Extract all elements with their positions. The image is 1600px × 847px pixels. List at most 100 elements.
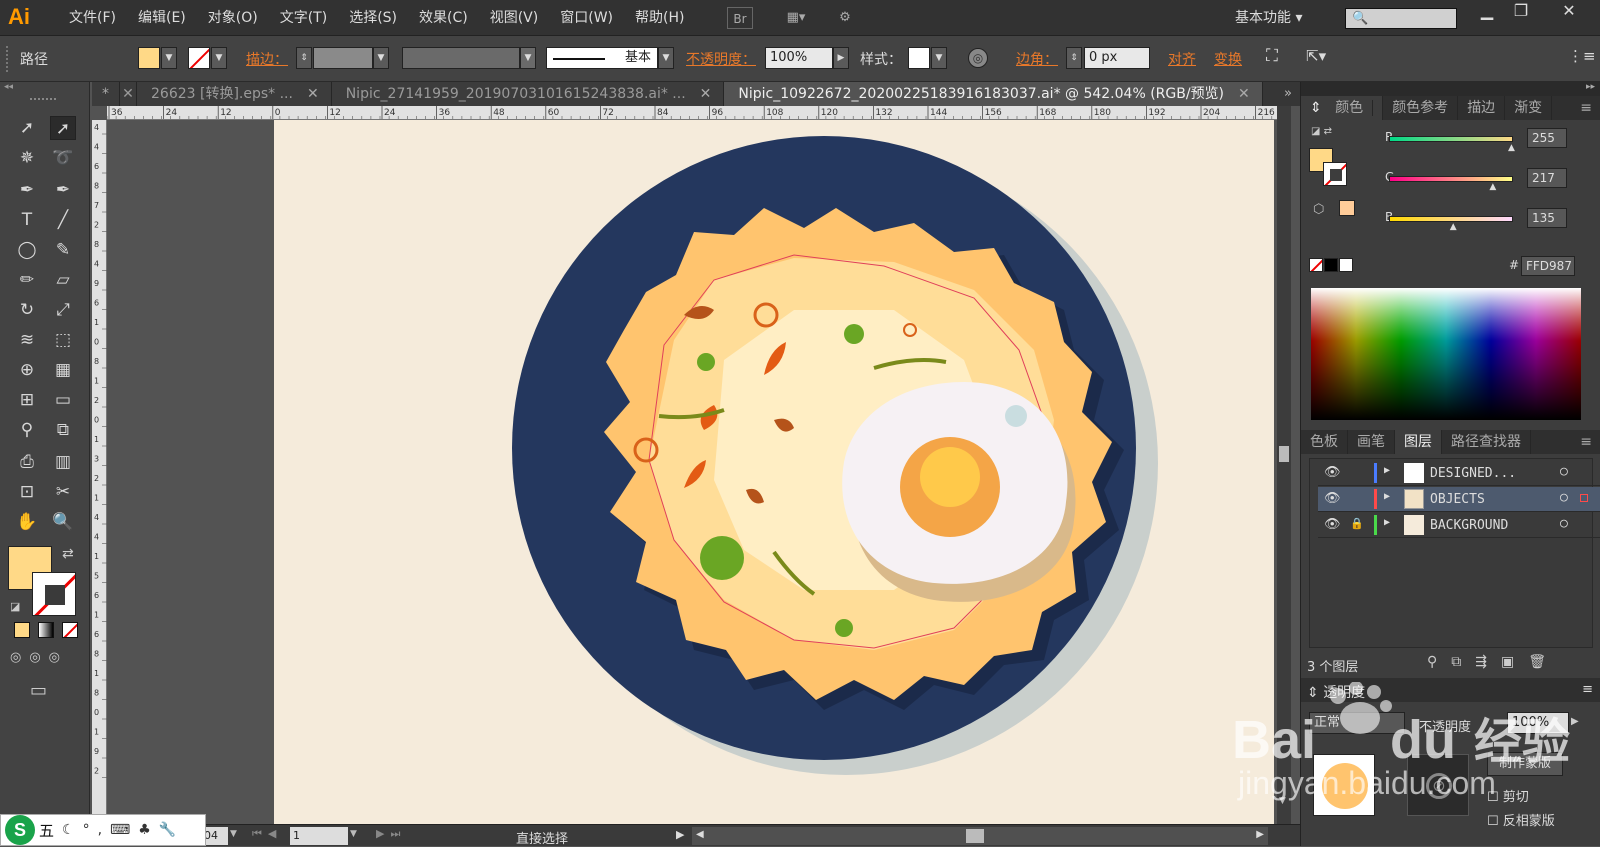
- menu-file[interactable]: 文件(F): [58, 0, 127, 36]
- workspace-switcher[interactable]: 基本功能 ▾: [1235, 0, 1302, 36]
- search-input[interactable]: 🔍: [1345, 8, 1457, 29]
- tab-document-3[interactable]: Nipic_10922672_20200225183916183037.ai* …: [724, 82, 1263, 106]
- tab-pathfinder[interactable]: 路径查找器: [1442, 430, 1531, 454]
- tab-color-guide[interactable]: 颜色参考: [1383, 96, 1459, 120]
- eye-icon[interactable]: 👁: [1324, 465, 1341, 480]
- control-menu-icon[interactable]: ⋮≡: [1568, 47, 1596, 65]
- blend-mode-select[interactable]: 正常: [1309, 712, 1405, 734]
- perspective-grid-tool-icon[interactable]: ▦: [50, 358, 76, 382]
- pea[interactable]: [844, 324, 864, 344]
- menu-effect[interactable]: 效果(C): [408, 0, 479, 36]
- stroke-dropdown[interactable]: ▼: [211, 47, 227, 69]
- hand-tool-icon[interactable]: ✋: [14, 510, 40, 534]
- zoom-dropdown-icon[interactable]: ▼: [230, 829, 237, 839]
- gradient-mode-icon[interactable]: [38, 622, 54, 638]
- ime-mode-label[interactable]: 五: [39, 820, 54, 841]
- artboard-prev-icons[interactable]: ⏮◀: [252, 827, 282, 841]
- brush-definition-dropdown[interactable]: ▼: [658, 47, 674, 69]
- scroll-down-icon[interactable]: ▼: [1279, 796, 1286, 806]
- direct-selection-tool-icon[interactable]: ➚: [50, 116, 76, 140]
- tools-collapse-icon[interactable]: ◂◂: [4, 82, 86, 92]
- none-swatch[interactable]: [1309, 258, 1323, 272]
- isolate-object-icon[interactable]: ⛶: [1266, 46, 1278, 66]
- blend-tool-icon[interactable]: ⧉: [50, 418, 76, 442]
- stroke-weight-stepper[interactable]: ⇕: [296, 47, 312, 69]
- r-value-field[interactable]: 255: [1527, 128, 1567, 148]
- select-similar-icon[interactable]: ⇱▾: [1306, 47, 1326, 65]
- tab-document-2[interactable]: Nipic_27141959_20190703101615243838.ai* …: [331, 82, 725, 106]
- column-graph-tool-icon[interactable]: ▥: [50, 450, 76, 474]
- opacity-dropdown-icon[interactable]: ▶: [1571, 716, 1579, 727]
- tab-swatches[interactable]: 色板: [1301, 430, 1348, 454]
- eraser-tool-icon[interactable]: ▱: [50, 268, 76, 292]
- out-of-gamut-icon[interactable]: ⬡: [1313, 202, 1324, 217]
- menu-edit[interactable]: 编辑(E): [127, 0, 197, 36]
- canvas[interactable]: [108, 120, 1277, 824]
- pen-tool-icon[interactable]: ✒: [14, 178, 40, 202]
- paintbrush-tool-icon[interactable]: ✎: [50, 238, 76, 262]
- target-icon[interactable]: ○: [1560, 516, 1568, 531]
- transparency-opacity-field[interactable]: 100%: [1507, 712, 1569, 734]
- g-value-field[interactable]: 217: [1527, 168, 1567, 188]
- tab-overflow-left[interactable]: *: [92, 82, 120, 106]
- close-icon[interactable]: ✕: [307, 86, 319, 102]
- corner-radius-field[interactable]: 0 px: [1084, 47, 1150, 69]
- make-mask-button[interactable]: 制作蒙版: [1487, 752, 1563, 776]
- layer-row-background[interactable]: 👁 🔒 ▶ BACKGROUND ○: [1318, 513, 1600, 538]
- opacity-dropdown[interactable]: ▶: [833, 47, 849, 69]
- panel-menu-icon[interactable]: ≡: [1531, 430, 1600, 454]
- close-button[interactable]: ✕: [1552, 0, 1586, 24]
- swap-fill-stroke-icon[interactable]: ⇄: [62, 546, 74, 562]
- artboard-next-icons[interactable]: ▶⏭: [376, 827, 406, 841]
- opacity-label[interactable]: 不透明度：: [686, 49, 756, 69]
- menu-type[interactable]: 文字(T): [269, 0, 338, 36]
- variable-width-profile[interactable]: [402, 47, 520, 69]
- pea[interactable]: [835, 619, 853, 637]
- r-slider-thumb[interactable]: ▲: [1508, 143, 1515, 153]
- magic-wand-tool-icon[interactable]: ✵: [14, 146, 40, 170]
- zoom-tool-icon[interactable]: 🔍: [50, 510, 76, 534]
- g-slider-thumb[interactable]: ▲: [1489, 182, 1496, 192]
- artboard-number-field[interactable]: 1: [290, 827, 348, 845]
- stroke-weight-field[interactable]: [313, 47, 373, 69]
- lasso-tool-icon[interactable]: ➰: [50, 146, 76, 170]
- brush-definition-field[interactable]: 基本: [546, 47, 658, 69]
- screen-mode-icon[interactable]: ▭: [30, 680, 47, 701]
- status-menu-icon[interactable]: ▶: [676, 828, 684, 841]
- curvature-tool-icon[interactable]: ✒: [50, 178, 76, 202]
- object-thumbnail[interactable]: [1313, 754, 1375, 816]
- layer-row-designed[interactable]: 👁 ▶ DESIGNED... ○: [1318, 461, 1600, 486]
- slice-tool-icon[interactable]: ✂: [50, 480, 76, 504]
- menu-select[interactable]: 选择(S): [338, 0, 408, 36]
- target-icon[interactable]: ○: [1560, 464, 1568, 479]
- opacity-field[interactable]: 100%: [765, 47, 833, 69]
- tab-layers[interactable]: 图层: [1395, 430, 1442, 454]
- egg-yolk[interactable]: [920, 447, 980, 507]
- vertical-scrollbar[interactable]: ▼: [1277, 106, 1291, 824]
- none-mode-icon[interactable]: [62, 622, 78, 638]
- horizontal-scrollbar[interactable]: ◀ ▶: [692, 827, 1268, 845]
- layer-row-objects[interactable]: 👁 ▶ OBJECTS ○: [1318, 487, 1600, 512]
- stroke-swatch[interactable]: [188, 47, 210, 69]
- line-tool-icon[interactable]: ╱: [50, 208, 76, 232]
- clip-checkbox[interactable]: ☐ 剪切: [1487, 786, 1529, 805]
- expand-arrow-icon[interactable]: ▶: [1384, 491, 1390, 502]
- tab-brushes[interactable]: 画笔: [1348, 430, 1395, 454]
- layer-actions-icons[interactable]: ⚲⧉⇶▣🗑: [1427, 654, 1560, 670]
- symbol-sprayer-tool-icon[interactable]: ⎙: [14, 450, 40, 474]
- scroll-thumb[interactable]: [966, 829, 984, 843]
- tab-close-prev-icon[interactable]: ✕: [120, 82, 137, 106]
- menu-view[interactable]: 视图(V): [479, 0, 550, 36]
- panel-stroke-swatch[interactable]: [1323, 162, 1347, 186]
- stroke-weight-dropdown[interactable]: ▼: [373, 47, 389, 69]
- tab-overflow-icon[interactable]: »: [1263, 82, 1300, 106]
- scroll-thumb[interactable]: [1279, 446, 1289, 462]
- menu-help[interactable]: 帮助(H): [624, 0, 695, 36]
- b-value-field[interactable]: 135: [1527, 208, 1567, 228]
- type-tool-icon[interactable]: T: [14, 208, 40, 232]
- stroke-color-box[interactable]: [32, 572, 76, 616]
- layer-name[interactable]: DESIGNED...: [1430, 466, 1516, 481]
- tab-color[interactable]: ⇕ 颜色: [1301, 96, 1384, 120]
- pencil-tool-icon[interactable]: ✏: [14, 268, 40, 292]
- artboard[interactable]: [274, 120, 1274, 824]
